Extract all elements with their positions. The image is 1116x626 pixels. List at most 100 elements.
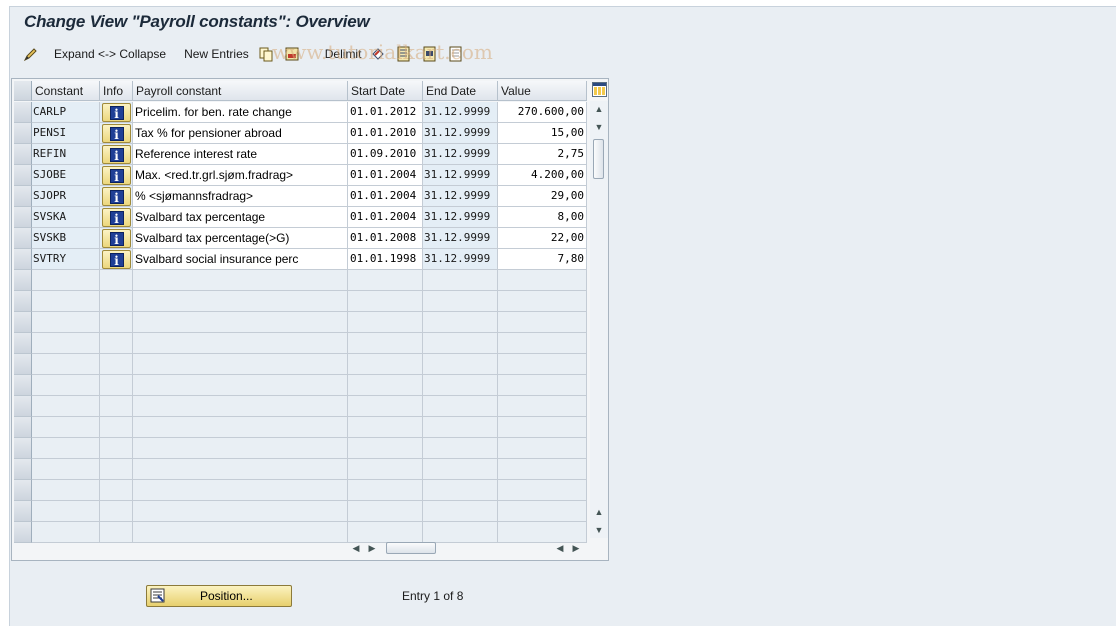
cell-info[interactable] xyxy=(100,522,133,543)
scroll-right-small-icon[interactable]: ▶ xyxy=(366,542,378,554)
cell-end-date[interactable] xyxy=(423,270,498,291)
cell-payroll-constant[interactable] xyxy=(133,459,348,480)
cell-value[interactable]: 8,00 xyxy=(498,207,587,228)
cell-end-date[interactable] xyxy=(423,480,498,501)
select-all-rows-handle[interactable] xyxy=(14,81,32,101)
column-header-start-date[interactable]: Start Date xyxy=(348,81,423,101)
row-selector[interactable] xyxy=(14,165,32,186)
cell-end-date[interactable] xyxy=(423,291,498,312)
column-header-value[interactable]: Value xyxy=(498,81,587,101)
cell-value[interactable] xyxy=(498,375,587,396)
cell-payroll-constant[interactable] xyxy=(133,312,348,333)
cell-end-date[interactable] xyxy=(423,501,498,522)
cell-start-date[interactable]: 01.01.1998 xyxy=(348,249,423,270)
row-selector[interactable] xyxy=(14,312,32,333)
cell-info[interactable] xyxy=(100,354,133,375)
position-button[interactable]: Position... xyxy=(146,585,292,607)
delete-button[interactable] xyxy=(279,43,305,65)
row-selector[interactable] xyxy=(14,396,32,417)
deselect-all-button[interactable] xyxy=(443,43,469,65)
cell-value[interactable]: 29,00 xyxy=(498,186,587,207)
row-selector[interactable] xyxy=(14,354,32,375)
cell-constant[interactable] xyxy=(32,480,100,501)
scroll-page-up-icon[interactable]: ▲ xyxy=(593,506,605,518)
scroll-left-end-icon[interactable]: ◀ xyxy=(554,542,566,554)
cell-value[interactable]: 2,75 xyxy=(498,144,587,165)
copy-as-button[interactable] xyxy=(253,43,279,65)
cell-start-date[interactable] xyxy=(348,291,423,312)
cell-payroll-constant[interactable] xyxy=(133,417,348,438)
cell-start-date[interactable] xyxy=(348,396,423,417)
cell-value[interactable]: 15,00 xyxy=(498,123,587,144)
cell-info[interactable] xyxy=(100,480,133,501)
cell-payroll-constant[interactable] xyxy=(133,396,348,417)
undo-change-button[interactable] xyxy=(365,43,391,65)
cell-value[interactable]: 270.600,00 xyxy=(498,102,587,123)
info-button[interactable]: i xyxy=(102,124,131,143)
cell-info[interactable] xyxy=(100,333,133,354)
cell-value[interactable] xyxy=(498,396,587,417)
vertical-scroll-thumb[interactable] xyxy=(593,139,604,179)
cell-start-date[interactable] xyxy=(348,459,423,480)
delimit-button[interactable]: Delimit xyxy=(321,43,366,65)
cell-start-date[interactable]: 01.01.2008 xyxy=(348,228,423,249)
cell-end-date[interactable] xyxy=(423,396,498,417)
cell-info[interactable] xyxy=(100,459,133,480)
cell-start-date[interactable] xyxy=(348,333,423,354)
scroll-page-down-icon[interactable]: ▼ xyxy=(593,524,605,536)
info-button[interactable]: i xyxy=(102,229,131,248)
scroll-down-small-icon[interactable]: ▼ xyxy=(593,121,605,133)
vertical-scrollbar[interactable]: ▲ ▼ ▲ ▼ xyxy=(590,101,608,538)
cell-start-date[interactable] xyxy=(348,480,423,501)
cell-constant[interactable] xyxy=(32,354,100,375)
row-selector[interactable] xyxy=(14,144,32,165)
cell-payroll-constant[interactable]: % <sjømannsfradrag> xyxy=(133,186,348,207)
row-selector[interactable] xyxy=(14,522,32,543)
cell-end-date[interactable] xyxy=(423,459,498,480)
row-selector[interactable] xyxy=(14,333,32,354)
cell-constant[interactable] xyxy=(32,396,100,417)
cell-start-date[interactable]: 01.01.2004 xyxy=(348,165,423,186)
cell-info[interactable] xyxy=(100,270,133,291)
cell-constant[interactable] xyxy=(32,375,100,396)
column-header-end-date[interactable]: End Date xyxy=(423,81,498,101)
cell-constant[interactable] xyxy=(32,312,100,333)
column-header-info[interactable]: Info xyxy=(100,81,133,101)
row-selector[interactable] xyxy=(14,207,32,228)
cell-constant[interactable] xyxy=(32,438,100,459)
cell-payroll-constant[interactable]: Pricelim. for ben. rate change xyxy=(133,102,348,123)
cell-value[interactable] xyxy=(498,480,587,501)
cell-payroll-constant[interactable]: Svalbard tax percentage xyxy=(133,207,348,228)
row-selector[interactable] xyxy=(14,501,32,522)
cell-payroll-constant[interactable] xyxy=(133,354,348,375)
cell-payroll-constant[interactable]: Max. <red.tr.grl.sjøm.fradrag> xyxy=(133,165,348,186)
cell-constant[interactable] xyxy=(32,270,100,291)
cell-payroll-constant[interactable] xyxy=(133,333,348,354)
cell-payroll-constant[interactable] xyxy=(133,438,348,459)
cell-constant[interactable] xyxy=(32,459,100,480)
row-selector[interactable] xyxy=(14,375,32,396)
cell-value[interactable] xyxy=(498,438,587,459)
row-selector[interactable] xyxy=(14,270,32,291)
new-entries-button[interactable]: New Entries xyxy=(180,43,253,65)
cell-info[interactable] xyxy=(100,396,133,417)
cell-end-date[interactable] xyxy=(423,312,498,333)
cell-payroll-constant[interactable] xyxy=(133,270,348,291)
cell-end-date[interactable] xyxy=(423,417,498,438)
cell-payroll-constant[interactable] xyxy=(133,375,348,396)
cell-start-date[interactable]: 01.01.2004 xyxy=(348,207,423,228)
cell-end-date[interactable] xyxy=(423,354,498,375)
cell-value[interactable]: 7,80 xyxy=(498,249,587,270)
cell-payroll-constant[interactable]: Reference interest rate xyxy=(133,144,348,165)
row-selector[interactable] xyxy=(14,438,32,459)
cell-start-date[interactable] xyxy=(348,438,423,459)
select-block-button[interactable] xyxy=(417,43,443,65)
horizontal-scroll-thumb[interactable] xyxy=(386,542,436,554)
cell-info[interactable] xyxy=(100,417,133,438)
cell-start-date[interactable] xyxy=(348,312,423,333)
cell-start-date[interactable]: 01.09.2010 xyxy=(348,144,423,165)
cell-constant[interactable] xyxy=(32,417,100,438)
cell-value[interactable] xyxy=(498,291,587,312)
info-button[interactable]: i xyxy=(102,250,131,269)
cell-constant[interactable] xyxy=(32,501,100,522)
